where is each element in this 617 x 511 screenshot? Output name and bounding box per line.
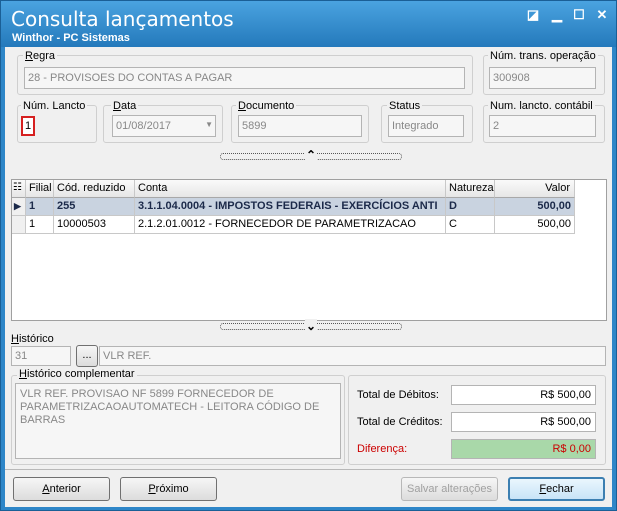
minimize-icon[interactable]: ▁ bbox=[549, 7, 565, 23]
window-title: Consulta lançamentos bbox=[11, 7, 234, 31]
status-label: Status bbox=[387, 100, 423, 112]
column-header-natureza[interactable]: Natureza bbox=[446, 180, 495, 198]
data-field[interactable]: 01/08/2017 ▼ bbox=[112, 115, 216, 137]
num-contabil-label: Num. lancto. contábil bbox=[488, 100, 595, 112]
regra-label: Regra bbox=[23, 50, 57, 62]
chevron-down-icon[interactable]: ⌄ bbox=[305, 319, 317, 333]
title-bar[interactable]: Consulta lançamentos Winthor - PC Sistem… bbox=[1, 1, 616, 47]
documento-label: Documento bbox=[236, 100, 297, 112]
row-indicator bbox=[12, 216, 26, 234]
data-label: Data bbox=[111, 100, 139, 112]
main-window: Consulta lançamentos Winthor - PC Sistem… bbox=[0, 0, 617, 511]
historico-complementar-label: Histórico complementar bbox=[17, 368, 137, 380]
historico-label: Histórico bbox=[11, 333, 54, 345]
historico-text-field[interactable]: VLR REF. bbox=[99, 346, 606, 366]
window-subtitle: Winthor - PC Sistemas bbox=[12, 32, 130, 44]
column-header-filial[interactable]: Filial bbox=[26, 180, 54, 198]
regra-field[interactable]: 28 - PROVISOES DO CONTAS A PAGAR bbox=[24, 67, 465, 89]
salvar-alteracoes-button[interactable]: Salvar alterações bbox=[401, 477, 498, 501]
proximo-button[interactable]: Próximo bbox=[120, 477, 217, 501]
column-header-conta[interactable]: Conta bbox=[135, 180, 446, 198]
num-lancto-field[interactable]: 1 bbox=[21, 116, 35, 136]
anterior-button[interactable]: Anterior bbox=[13, 477, 110, 501]
num-contabil-field[interactable]: 2 bbox=[489, 115, 596, 137]
cell-conta: 2.1.2.01.0012 - FORNECEDOR DE PARAMETRIZ… bbox=[135, 216, 446, 234]
help-icon[interactable]: ◪ bbox=[525, 7, 541, 23]
chevron-down-icon[interactable]: ▼ bbox=[205, 120, 213, 129]
historico-code-field[interactable]: 31 bbox=[11, 346, 71, 366]
grid-menu-icon[interactable]: ☷ bbox=[12, 180, 26, 198]
table-row[interactable]: 1 10000503 2.1.2.01.0012 - FORNECEDOR DE… bbox=[12, 216, 575, 234]
total-creditos-label: Total de Créditos: bbox=[357, 416, 443, 428]
num-lancto-label: Núm. Lancto bbox=[21, 100, 88, 112]
cell-cod: 255 bbox=[54, 198, 135, 216]
cell-filial: 1 bbox=[26, 216, 54, 234]
row-indicator-icon: ▶ bbox=[12, 198, 26, 216]
cell-natureza: C bbox=[446, 216, 495, 234]
cell-valor: 500,00 bbox=[495, 216, 575, 234]
cell-conta: 3.1.1.04.0004 - IMPOSTOS FEDERAIS - EXER… bbox=[135, 198, 446, 216]
total-debitos-field[interactable]: R$ 500,00 bbox=[451, 385, 596, 405]
maximize-icon[interactable]: ☐ bbox=[571, 7, 587, 23]
status-field[interactable]: Integrado bbox=[388, 115, 464, 137]
num-trans-label: Núm. trans. operação bbox=[488, 50, 598, 62]
footer-divider bbox=[5, 469, 612, 470]
cell-valor: 500,00 bbox=[495, 198, 575, 216]
chevron-up-icon[interactable]: ⌃ bbox=[305, 148, 317, 162]
documento-field[interactable]: 5899 bbox=[238, 115, 362, 137]
cell-natureza: D bbox=[446, 198, 495, 216]
num-trans-field[interactable]: 300908 bbox=[489, 67, 596, 89]
close-icon[interactable]: ✕ bbox=[594, 7, 610, 23]
table-row[interactable]: ▶ 1 255 3.1.1.04.0004 - IMPOSTOS FEDERAI… bbox=[12, 198, 575, 216]
historico-complementar-text[interactable]: VLR REF. PROVISAO NF 5899 FORNECEDOR DE … bbox=[15, 383, 341, 459]
fechar-button[interactable]: Fechar bbox=[508, 477, 605, 501]
form-body: Regra 28 - PROVISOES DO CONTAS A PAGAR N… bbox=[5, 47, 612, 507]
diferenca-label: Diferença: bbox=[357, 443, 408, 455]
total-debitos-label: Total de Débitos: bbox=[357, 389, 439, 401]
column-header-valor[interactable]: Valor bbox=[495, 180, 575, 198]
lancamentos-grid[interactable]: ☷ Filial Cód. reduzido Conta Natureza Va… bbox=[11, 179, 607, 321]
cell-filial: 1 bbox=[26, 198, 54, 216]
diferenca-field[interactable]: R$ 0,00 bbox=[451, 439, 596, 459]
column-header-cod[interactable]: Cód. reduzido bbox=[54, 180, 135, 198]
cell-cod: 10000503 bbox=[54, 216, 135, 234]
total-creditos-field[interactable]: R$ 500,00 bbox=[451, 412, 596, 432]
historico-browse-button[interactable]: ... bbox=[76, 345, 98, 367]
